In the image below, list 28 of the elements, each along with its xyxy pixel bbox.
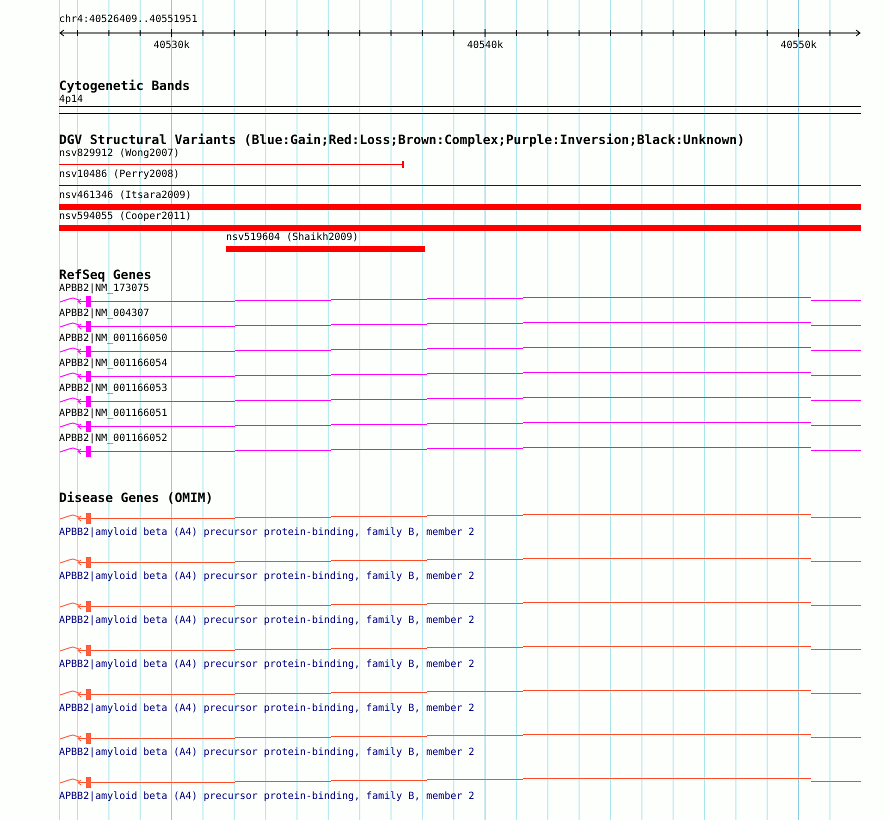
scale-tick-label: 40540k [467,40,504,51]
variant-label: nsv594055 (Cooper2011) [59,211,192,223]
variant-label: nsv829912 (Wong2007) [59,148,180,160]
variant-label: nsv461346 (Itsara2009) [59,190,192,202]
gene-label: APBB2|NM_001166054 [59,358,168,370]
chromosome-range: chr4:40526409..40551951 [59,14,198,26]
disease-gene-label: APBB2|amyloid beta (A4) precursor protein-binding, family B, member 2 [59,747,474,759]
variant-label: nsv519604 (Shaikh2009) [226,232,358,244]
scale-tick-label: 40530k [154,40,190,51]
gene-label: APBB2|NM_001166051 [59,408,168,420]
track-title: Cytogenetic Bands [59,80,190,94]
variant-label: nsv10486 (Perry2008) [59,169,180,181]
track-title: DGV Structural Variants (Blue:Gain;Red:Loss;Brown:Complex;Purple:Inversion;Black:Unknown) [59,134,745,148]
gene-label: APBB2|NM_001166050 [59,333,168,345]
disease-gene-label: APBB2|amyloid beta (A4) precursor protein-binding, family B, member 2 [59,615,474,627]
band-label: 4p14 [59,94,84,106]
disease-gene-label: APBB2|amyloid beta (A4) precursor protein-binding, family B, member 2 [59,527,474,539]
gene-label: APBB2|NM_001166053 [59,383,168,395]
gene-label: APBB2|NM_173075 [59,283,150,295]
gene-label: APBB2|NM_001166052 [59,433,168,445]
scale-tick-label: 40550k [780,40,817,51]
disease-gene-label: APBB2|amyloid beta (A4) precursor protein-binding, family B, member 2 [59,659,474,671]
disease-gene-label: APBB2|amyloid beta (A4) precursor protein-binding, family B, member 2 [59,791,474,803]
disease-gene-label: APBB2|amyloid beta (A4) precursor protein-binding, family B, member 2 [59,571,474,583]
gene-label: APBB2|NM_004307 [59,308,150,320]
disease-gene-label: APBB2|amyloid beta (A4) precursor protein-binding, family B, member 2 [59,703,474,715]
track-title: Disease Genes (OMIM) [59,492,214,506]
track-title: RefSeq Genes [59,269,152,283]
